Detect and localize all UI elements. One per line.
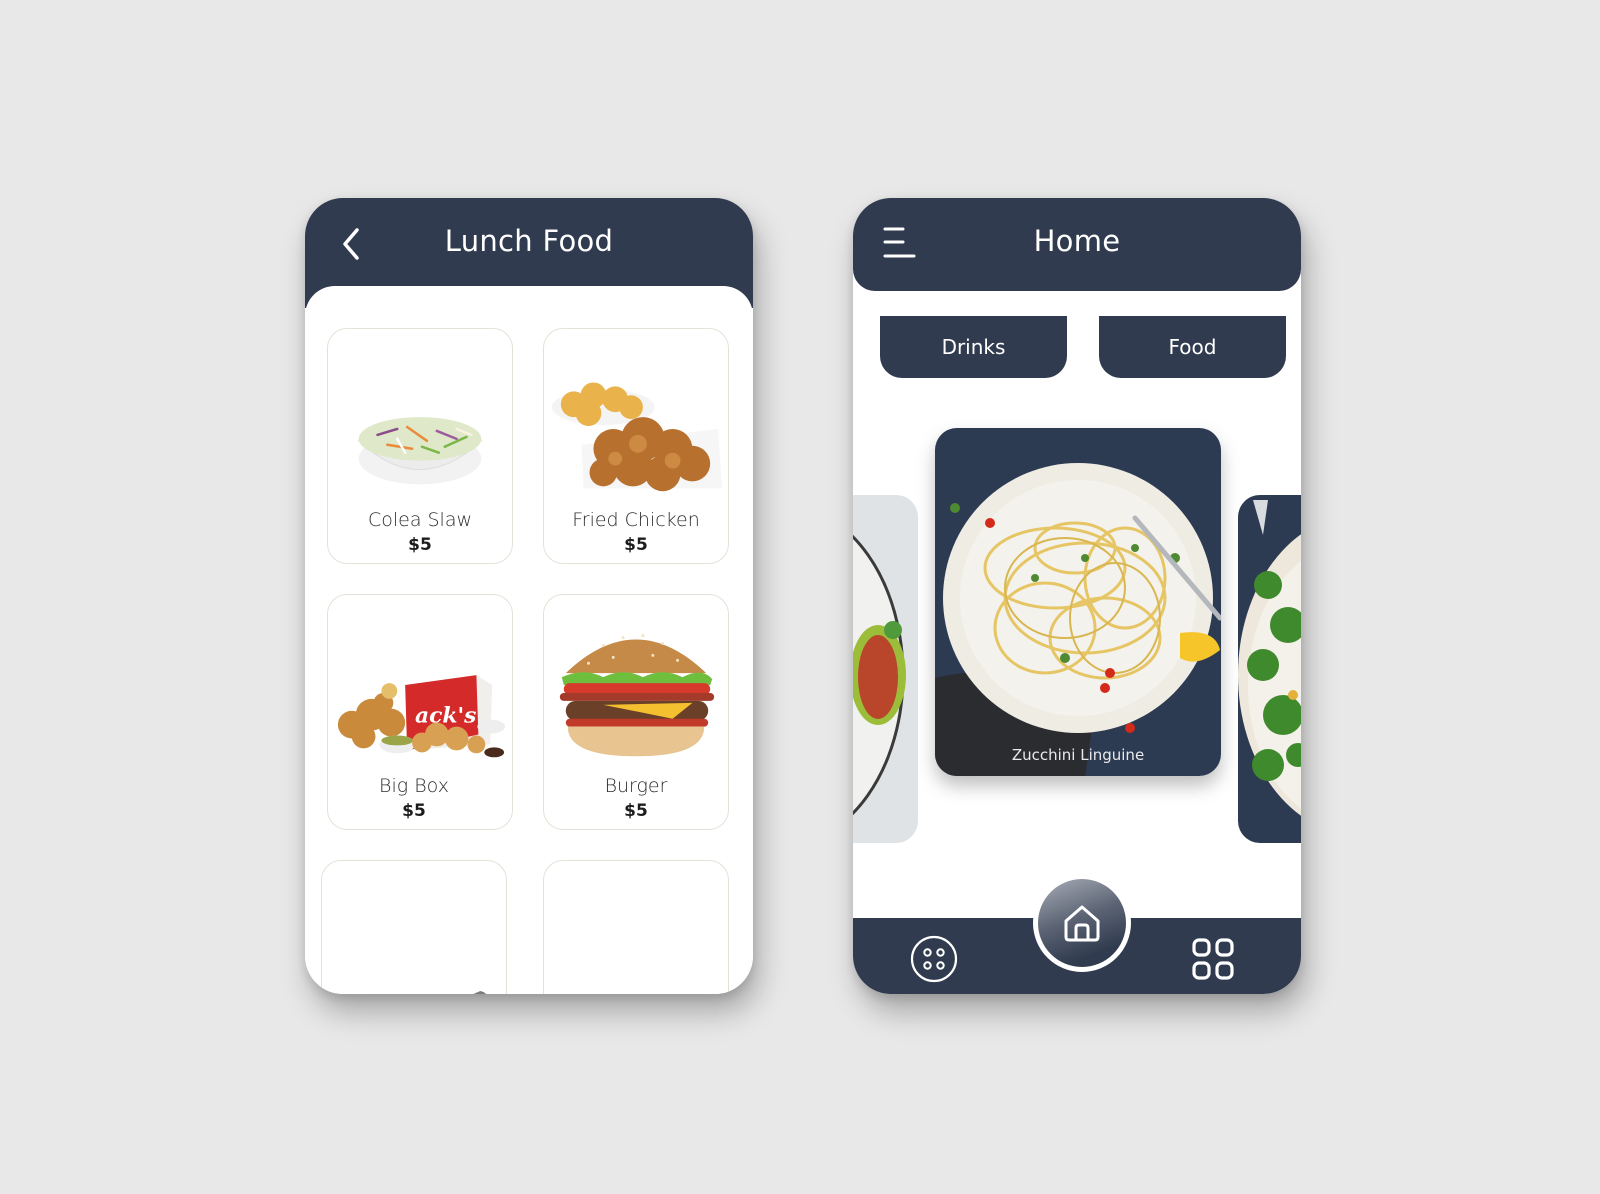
food-card-ice-cream[interactable] — [321, 860, 507, 994]
food-price: $5 — [408, 535, 432, 555]
food-name: Colea Slaw — [367, 509, 473, 531]
coleslaw-image — [357, 417, 483, 485]
page-title: Home — [1033, 224, 1121, 258]
food-card-colea-slaw[interactable]: Colea Slaw $5 — [327, 328, 513, 564]
stuffed-zucchini-image — [853, 495, 918, 843]
food-name: Fried Chicken — [572, 509, 700, 531]
home-header: Home — [853, 198, 1301, 291]
dots-circle-icon — [910, 935, 958, 983]
category-food-button[interactable]: Food — [1099, 316, 1286, 378]
food-card-burger[interactable]: Burger $5 — [543, 594, 729, 830]
food-price: $5 — [624, 535, 648, 555]
ice-cream-scoop-image — [473, 991, 487, 994]
carousel-caption: Zucchini Linguine — [1011, 746, 1145, 764]
big-box-image: ack's — [337, 675, 506, 758]
category-drinks-button[interactable]: Drinks — [880, 316, 1067, 378]
breakfast-plate-image — [544, 921, 728, 994]
food-name: Big Box — [379, 775, 449, 797]
home-nav-button[interactable] — [1033, 874, 1131, 972]
fried-chicken-image — [551, 382, 723, 492]
lunch-food-screen: Lunch Food Colea Slaw $5 Fried Chicken $… — [305, 198, 753, 994]
carousel-card-active[interactable]: Zucchini Linguine — [935, 428, 1221, 776]
zucchini-linguine-image — [935, 428, 1221, 776]
food-card-breakfast[interactable] — [543, 860, 729, 994]
carousel-card-next[interactable] — [1238, 495, 1301, 843]
food-price: $5 — [402, 801, 426, 821]
food-card-big-box[interactable]: ack's Big Box $5 — [327, 594, 513, 830]
home-screen: Home Drinks Food Zucchini Linguine — [853, 198, 1301, 994]
burger-image — [559, 634, 715, 757]
food-price: $5 — [624, 801, 648, 821]
nav-dots-button[interactable] — [910, 935, 958, 988]
home-icon — [1064, 905, 1100, 942]
food-name: Burger — [604, 775, 668, 797]
grid-icon — [1192, 938, 1234, 980]
food-card-fried-chicken[interactable]: Fried Chicken $5 — [543, 328, 729, 564]
page-title: Lunch Food — [444, 224, 614, 258]
svg-text:ack's: ack's — [415, 704, 476, 729]
food-grid: Colea Slaw $5 Fried Chicken $5 ack's Big… — [305, 286, 753, 994]
nav-grid-button[interactable] — [1192, 938, 1234, 985]
carousel-card-previous[interactable] — [853, 495, 918, 843]
home-fab-inner — [1038, 879, 1126, 967]
herb-rice-bowl-image — [1238, 495, 1301, 843]
